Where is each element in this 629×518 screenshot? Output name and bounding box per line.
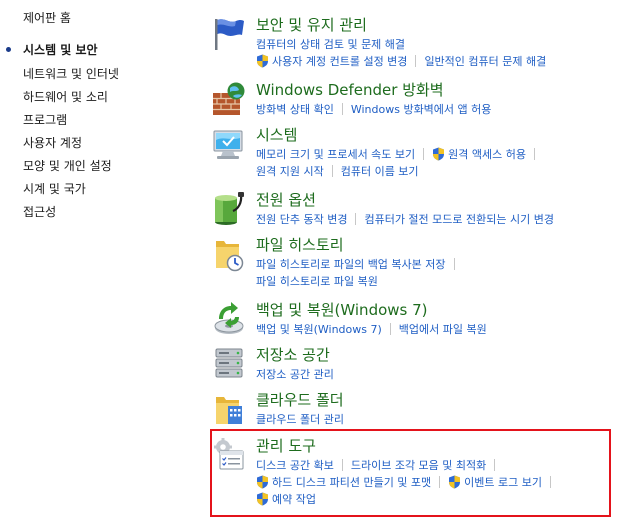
link-separator: [355, 213, 357, 225]
link-row: 디스크 공간 확보 드라이브 조각 모음 및 최적화: [256, 457, 503, 473]
link-power-button[interactable]: 전원 단추 동작 변경: [256, 211, 347, 227]
link-row: 방화벽 상태 확인 Windows 방화벽에서 앱 허용: [256, 101, 491, 117]
category-title[interactable]: 파일 히스토리: [256, 234, 344, 255]
link-row: 클라우드 폴더 관리: [256, 411, 344, 427]
link-restore-files[interactable]: 파일 히스토리로 파일 복원: [256, 273, 378, 289]
link-separator: [331, 165, 333, 177]
link-separator: [415, 55, 417, 67]
link-restore-from-backup[interactable]: 백업에서 파일 복원: [399, 321, 487, 337]
link-separator: [341, 103, 343, 115]
sidebar-item-clock-region[interactable]: 시계 및 국가: [23, 180, 86, 197]
category-title[interactable]: 관리 도구: [256, 435, 316, 456]
link-format-partitions[interactable]: 하드 디스크 파티션 만들기 및 포맷: [256, 474, 431, 490]
link-review-status[interactable]: 컴퓨터의 상태 검토 및 문제 해결: [256, 36, 405, 52]
battery-icon: [215, 192, 244, 225]
link-row: 파일 히스토리로 파일의 백업 복사본 저장: [256, 256, 463, 272]
link-separator: [534, 148, 536, 160]
sidebar-item-hardware[interactable]: 하드웨어 및 소리: [23, 88, 108, 105]
link-row: 메모리 크기 및 프로세서 속도 보기 원격 액세스 허용: [256, 146, 543, 162]
category-title[interactable]: 백업 및 복원(Windows 7): [256, 299, 428, 320]
sidebar: 제어판 홈 시스템 및 보안 네트워크 및 인터넷 하드웨어 및 소리 프로그램…: [0, 0, 205, 518]
link-label: 사용자 계정 컨트롤 설정 변경: [272, 55, 408, 68]
file-history-icon: [216, 241, 244, 272]
link-label: 원격 액세스 허용: [448, 148, 527, 161]
link-separator: [453, 258, 455, 270]
link-firewall-status[interactable]: 방화벽 상태 확인: [256, 101, 334, 117]
link-view-ram-speed[interactable]: 메모리 크기 및 프로세서 속도 보기: [256, 146, 415, 162]
link-label: 이벤트 로그 보기: [464, 476, 543, 489]
link-uac-settings[interactable]: 사용자 계정 컨트롤 설정 변경: [256, 53, 407, 69]
sidebar-item-user-accounts[interactable]: 사용자 계정: [23, 134, 82, 151]
link-row: 저장소 공간 관리: [256, 366, 334, 382]
uac-shield-icon: [257, 54, 268, 68]
category-title[interactable]: 전원 옵션: [256, 189, 316, 210]
firewall-icon: [213, 82, 245, 115]
sidebar-item-control-panel-home[interactable]: 제어판 홈: [23, 9, 71, 26]
category-list: 보안 및 유지 관리 컴퓨터의 상태 검토 및 문제 해결 사용자 계정 컨트롤…: [205, 0, 629, 518]
link-row: 사용자 계정 컨트롤 설정 변경 일반적인 컴퓨터 문제 해결: [256, 53, 546, 69]
sidebar-item-appearance[interactable]: 모양 및 개인 설정: [23, 157, 112, 174]
link-label: 예약 작업: [272, 493, 316, 506]
sidebar-item-accessibility[interactable]: 접근성: [23, 203, 56, 220]
link-defragment[interactable]: 드라이브 조각 모음 및 최적화: [351, 457, 486, 473]
link-allow-app[interactable]: Windows 방화벽에서 앱 허용: [351, 101, 492, 117]
link-computer-name[interactable]: 컴퓨터 이름 보기: [341, 163, 419, 179]
storage-icon: [215, 348, 243, 378]
link-remote-assistance[interactable]: 원격 지원 시작: [256, 163, 324, 179]
uac-shield-icon: [257, 492, 268, 506]
link-row: 파일 히스토리로 파일 복원: [256, 273, 378, 289]
category-title[interactable]: Windows Defender 방화벽: [256, 79, 444, 100]
backup-icon: [214, 302, 244, 334]
link-allow-remote-access[interactable]: 원격 액세스 허용: [432, 146, 526, 162]
link-manage-cloud-folders[interactable]: 클라우드 폴더 관리: [256, 411, 344, 427]
cloud-folder-icon: [216, 397, 242, 424]
flag-icon: [215, 19, 244, 50]
sidebar-item-network[interactable]: 네트워크 및 인터넷: [23, 65, 119, 82]
category-title[interactable]: 시스템: [256, 124, 297, 145]
link-row: 하드 디스크 파티션 만들기 및 포맷 이벤트 로그 보기: [256, 474, 559, 490]
category-title[interactable]: 저장소 공간: [256, 344, 330, 365]
link-separator: [341, 459, 343, 471]
link-row: 원격 지원 시작 컴퓨터 이름 보기: [256, 163, 419, 179]
link-backup-restore[interactable]: 백업 및 복원(Windows 7): [256, 321, 382, 337]
link-separator: [423, 148, 425, 160]
link-schedule-tasks[interactable]: 예약 작업: [256, 491, 316, 507]
link-separator: [439, 476, 441, 488]
link-sleep-timing[interactable]: 컴퓨터가 절전 모드로 전환되는 시기 변경: [364, 211, 554, 227]
link-event-logs[interactable]: 이벤트 로그 보기: [448, 474, 542, 490]
uac-shield-icon: [433, 147, 445, 161]
link-manage-storage[interactable]: 저장소 공간 관리: [256, 366, 334, 382]
link-label: 하드 디스크 파티션 만들기 및 포맷: [272, 476, 432, 489]
sidebar-item-system-security[interactable]: 시스템 및 보안: [6, 41, 98, 58]
link-separator: [550, 476, 552, 488]
link-troubleshoot[interactable]: 일반적인 컴퓨터 문제 해결: [424, 53, 546, 69]
uac-shield-icon: [257, 475, 268, 489]
sidebar-item-label: 시스템 및 보안: [23, 43, 98, 57]
link-separator: [389, 323, 391, 335]
link-row: 백업 및 복원(Windows 7) 백업에서 파일 복원: [256, 321, 487, 337]
current-item-bullet: [6, 47, 11, 52]
link-row: 전원 단추 동작 변경 컴퓨터가 절전 모드로 전환되는 시기 변경: [256, 211, 554, 227]
uac-shield-icon: [449, 475, 461, 489]
link-free-disk-space[interactable]: 디스크 공간 확보: [256, 457, 334, 473]
category-title[interactable]: 보안 및 유지 관리: [256, 14, 367, 35]
monitor-icon: [213, 130, 243, 159]
link-separator: [494, 459, 496, 471]
category-title[interactable]: 클라우드 폴더: [256, 389, 344, 410]
sidebar-item-programs[interactable]: 프로그램: [23, 111, 67, 128]
link-save-backup-copies[interactable]: 파일 히스토리로 파일의 백업 복사본 저장: [256, 256, 446, 272]
admin-tools-icon: [214, 438, 244, 470]
link-row: 예약 작업: [256, 491, 316, 507]
link-row: 컴퓨터의 상태 검토 및 문제 해결: [256, 36, 405, 52]
